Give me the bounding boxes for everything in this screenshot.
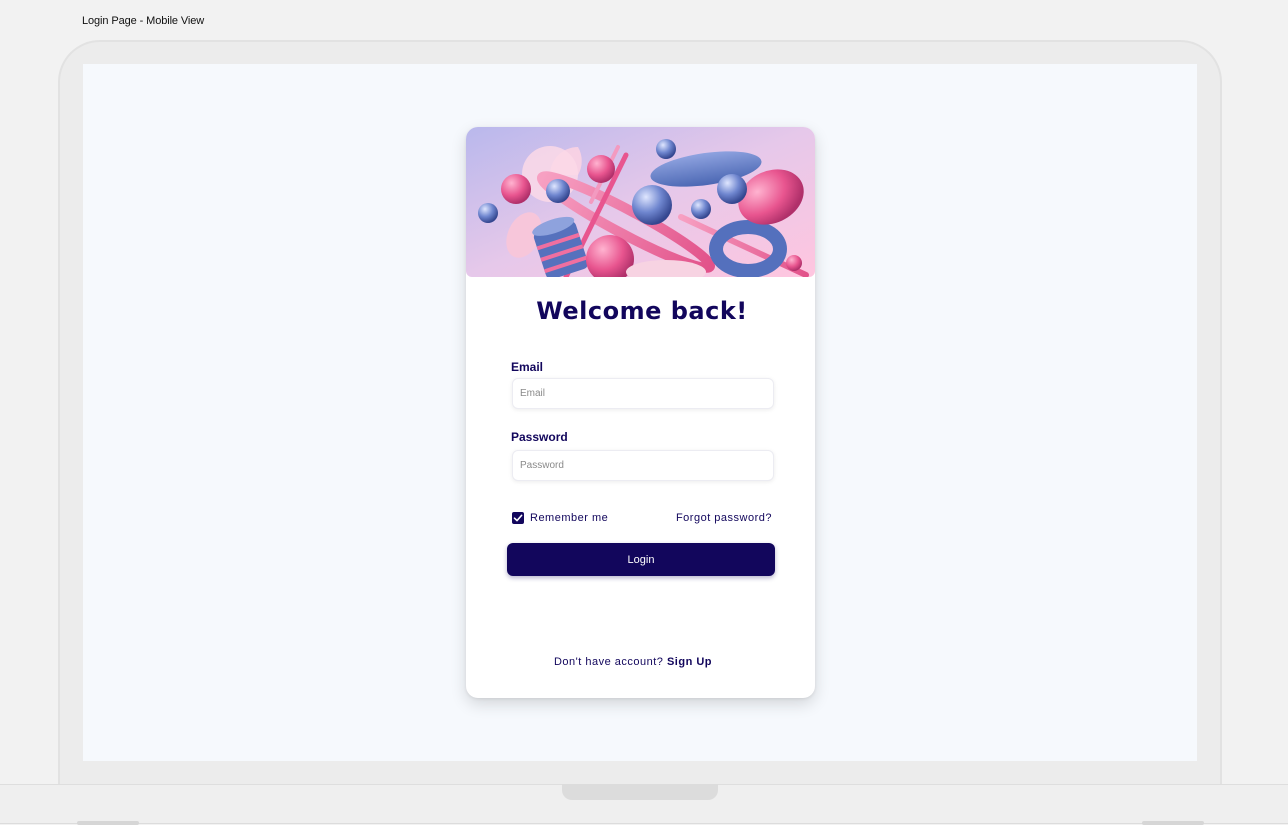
- remember-row: Remember me Forgot password?: [512, 511, 774, 527]
- password-label: Password: [511, 430, 568, 444]
- email-label: Email: [511, 360, 544, 374]
- forgot-password-link[interactable]: Forgot password?: [676, 512, 772, 524]
- signup-row: Don't have account? Sign Up: [466, 656, 800, 668]
- remember-checkbox[interactable]: [512, 512, 524, 524]
- laptop-foot-left: [77, 821, 139, 825]
- checkmark-icon: [513, 514, 523, 522]
- password-input[interactable]: [512, 450, 774, 481]
- frame-caption: Login Page - Mobile View: [82, 15, 205, 27]
- email-input[interactable]: [512, 378, 774, 409]
- login-card: Welcome back! Email Password Remember me…: [466, 127, 815, 698]
- remember-label[interactable]: Remember me: [530, 512, 608, 524]
- signup-link[interactable]: Sign Up: [667, 656, 712, 668]
- laptop-notch: [562, 784, 718, 800]
- hero-illustration: [466, 127, 815, 277]
- page-title: Welcome back!: [536, 297, 748, 325]
- signup-prompt: Don't have account?: [553, 656, 664, 668]
- laptop-foot-right: [1142, 821, 1204, 825]
- login-button[interactable]: Login: [507, 543, 775, 576]
